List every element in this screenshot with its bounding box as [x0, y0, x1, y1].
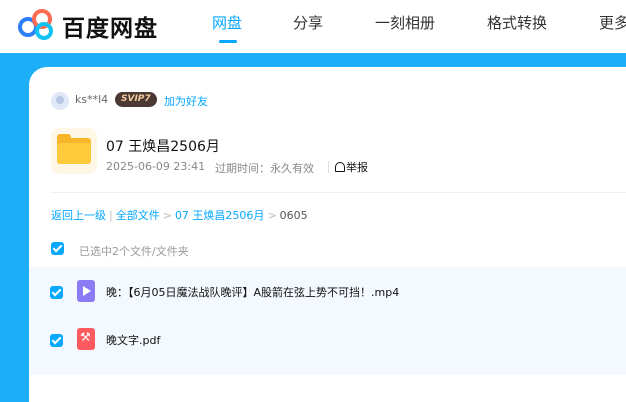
alarm-icon [335, 162, 345, 172]
breadcrumb-divider: | [109, 209, 113, 222]
video-file-icon [77, 280, 95, 302]
file-checkbox[interactable] [50, 334, 63, 347]
top-bar: 百度网盘 网盘 分享 一刻相册 格式转换 更多 [0, 0, 626, 53]
nav-share[interactable]: 分享 [293, 12, 323, 33]
select-all-row: 已选中2个文件/文件夹 [51, 237, 626, 263]
report-button[interactable]: 举报 [335, 159, 368, 175]
vip-badge: SVIP7 [115, 92, 157, 107]
nav-netdisk[interactable]: 网盘 [212, 12, 242, 33]
folder-icon [51, 128, 97, 174]
divider [51, 192, 626, 193]
file-name[interactable]: 晚：【6月05日魔法战队晚评】A股箭在弦上势不可挡！.mp4 [106, 284, 399, 300]
breadcrumb-folder[interactable]: 07 王焕昌2506月 [175, 209, 265, 222]
folder-title: 07 王焕昌2506月 [106, 139, 220, 155]
share-page-background: ks**l4 SVIP7 加为好友 07 王焕昌2506月 2025-06-09… [0, 53, 626, 402]
sharer-username[interactable]: ks**l4 [75, 93, 108, 106]
list-item[interactable]: 晚文字.pdf [29, 315, 626, 365]
nav-format-convert[interactable]: 格式转换 [487, 12, 547, 33]
brand-name[interactable]: 百度网盘 [62, 9, 158, 43]
breadcrumb-separator: > [267, 209, 277, 222]
file-list: 晚：【6月05日魔法战队晚评】A股箭在弦上势不可挡！.mp4 晚文字.pdf [29, 267, 626, 375]
breadcrumb-separator: > [162, 209, 172, 222]
select-all-checkbox[interactable] [51, 242, 64, 255]
breadcrumb-current: 0605 [279, 209, 308, 222]
share-date: 2025-06-09 23:41 [106, 160, 206, 173]
add-friend-link[interactable]: 加为好友 [164, 93, 208, 109]
nav-album[interactable]: 一刻相册 [375, 12, 435, 33]
nav-active-indicator [219, 40, 237, 43]
pdf-file-icon [77, 328, 95, 350]
file-name[interactable]: 晚文字.pdf [106, 332, 160, 348]
selection-count: 已选中2个文件/文件夹 [79, 245, 189, 258]
expire-info: 过期时间：永久有效 [215, 162, 314, 175]
breadcrumb-back[interactable]: 返回上一级 [51, 209, 106, 222]
breadcrumb: 返回上一级 | 全部文件 >07 王焕昌2506月 >0605 [51, 207, 308, 223]
share-card: ks**l4 SVIP7 加为好友 07 王焕昌2506月 2025-06-09… [29, 67, 626, 402]
baidu-netdisk-logo-icon[interactable] [17, 6, 57, 42]
report-label: 举报 [346, 161, 368, 174]
avatar[interactable] [51, 92, 69, 110]
file-checkbox[interactable] [50, 286, 63, 299]
list-item[interactable]: 晚：【6月05日魔法战队晚评】A股箭在弦上势不可挡！.mp4 [29, 267, 626, 317]
breadcrumb-all-files[interactable]: 全部文件 [116, 209, 160, 222]
divider [328, 161, 329, 173]
nav-more[interactable]: 更多 [599, 12, 626, 33]
